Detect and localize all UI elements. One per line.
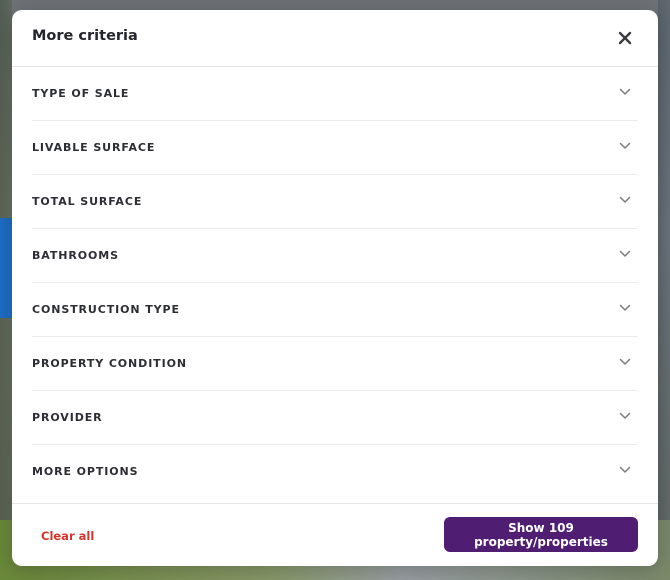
modal-title: More criteria xyxy=(32,28,138,44)
criteria-row-livable-surface[interactable]: LIVABLE SURFACE xyxy=(32,121,638,175)
more-criteria-modal: More criteria TYPE OF SALE LIVABLE SURFA… xyxy=(12,10,658,566)
criteria-label: MORE OPTIONS xyxy=(32,465,139,478)
clear-all-link[interactable]: Clear all xyxy=(41,529,94,543)
chevron-down-icon xyxy=(619,196,631,203)
chevron-down-icon xyxy=(619,88,631,95)
criteria-row-provider[interactable]: PROVIDER xyxy=(32,391,638,445)
criteria-label: BATHROOMS xyxy=(32,249,119,262)
chevron-down-icon xyxy=(619,250,631,257)
chevron-down-icon xyxy=(619,412,631,419)
criteria-label: LIVABLE SURFACE xyxy=(32,141,156,154)
backdrop-blue-strip xyxy=(0,218,12,318)
close-button[interactable] xyxy=(616,29,634,47)
criteria-row-property-condition[interactable]: PROPERTY CONDITION xyxy=(32,337,638,391)
modal-header: More criteria xyxy=(12,10,658,67)
chevron-down-icon xyxy=(619,304,631,311)
criteria-row-more-options[interactable]: MORE OPTIONS xyxy=(32,445,638,498)
criteria-list: TYPE OF SALE LIVABLE SURFACE TOTAL SURFA… xyxy=(32,67,638,498)
criteria-label: PROVIDER xyxy=(32,411,103,424)
criteria-row-construction-type[interactable]: CONSTRUCTION TYPE xyxy=(32,283,638,337)
criteria-row-total-surface[interactable]: TOTAL SURFACE xyxy=(32,175,638,229)
criteria-label: TOTAL SURFACE xyxy=(32,195,143,208)
criteria-row-type-of-sale[interactable]: TYPE OF SALE xyxy=(32,67,638,121)
criteria-label: TYPE OF SALE xyxy=(32,87,130,100)
chevron-down-icon xyxy=(619,466,631,473)
criteria-row-bathrooms[interactable]: BATHROOMS xyxy=(32,229,638,283)
chevron-down-icon xyxy=(619,142,631,149)
criteria-label: PROPERTY CONDITION xyxy=(32,357,187,370)
show-results-button[interactable]: Show 109 property/properties xyxy=(444,517,638,552)
modal-footer: Clear all Show 109 property/properties xyxy=(12,503,658,566)
close-icon xyxy=(618,31,632,45)
criteria-label: CONSTRUCTION TYPE xyxy=(32,303,180,316)
chevron-down-icon xyxy=(619,358,631,365)
